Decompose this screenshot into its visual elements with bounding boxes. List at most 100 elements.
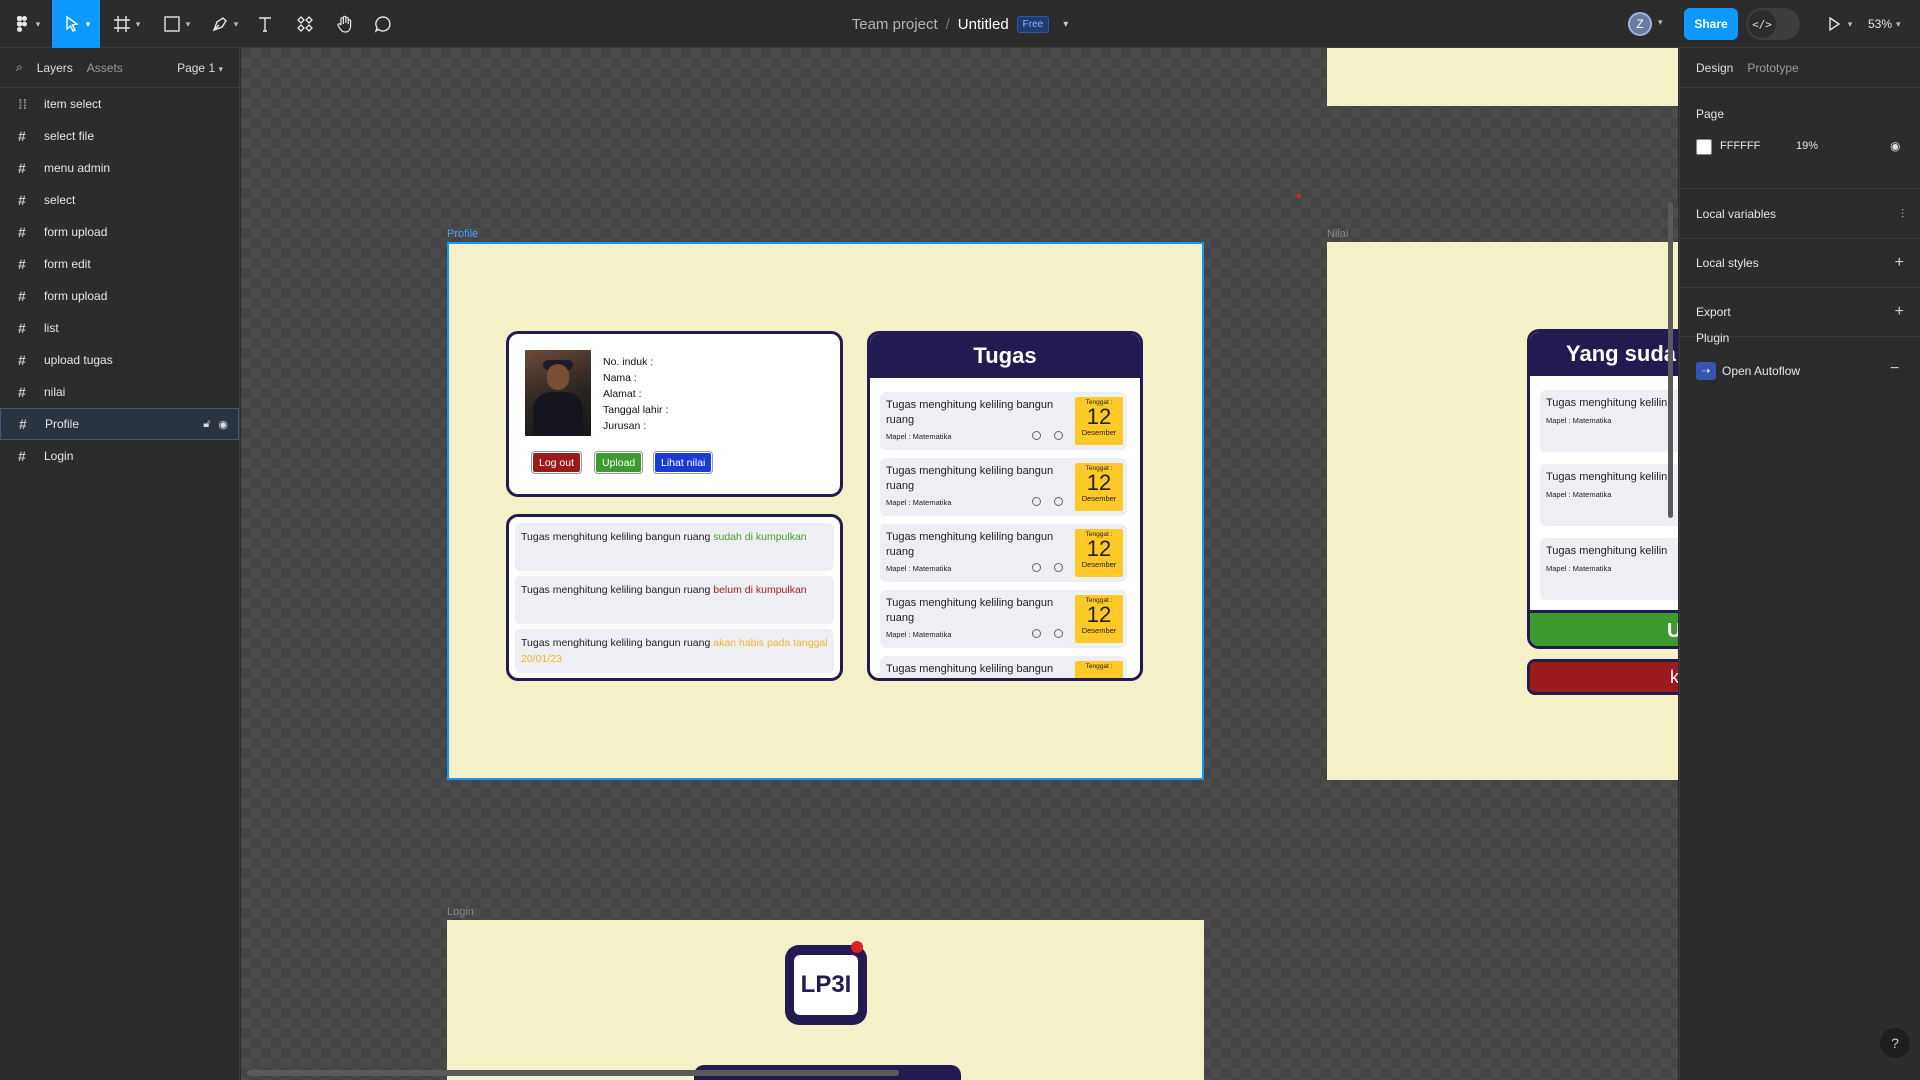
- breadcrumb-team[interactable]: Team project: [852, 16, 938, 33]
- download-icon[interactable]: [1054, 629, 1063, 638]
- nilai-item[interactable]: Tugas menghitung kelilin Mapel : Matemati…: [1540, 390, 1678, 452]
- layer-item[interactable]: # Login: [0, 440, 239, 472]
- horizontal-scrollbar[interactable]: [247, 1070, 899, 1076]
- frame-login[interactable]: LP3I: [447, 920, 1204, 1080]
- tugas-item[interactable]: Tugas menghitung keliling bangun ruang Ma…: [880, 458, 1127, 516]
- frame-label-profile[interactable]: Profile: [447, 228, 478, 240]
- text-icon[interactable]: [250, 0, 280, 48]
- components-icon[interactable]: [290, 0, 320, 48]
- layer-item[interactable]: # form edit: [0, 248, 239, 280]
- upload-icon[interactable]: [1032, 497, 1041, 506]
- export-section[interactable]: Export +: [1680, 288, 1920, 337]
- status-item[interactable]: Tugas menghitung keliling bangun ruang s…: [515, 523, 834, 571]
- tugas-item-title: Tugas menghitung keliling bangun ruang: [886, 597, 1054, 624]
- status-item[interactable]: Tugas menghitung keliling bangun ruang b…: [515, 576, 834, 624]
- download-icon[interactable]: [1054, 497, 1063, 506]
- upload-icon[interactable]: [1032, 629, 1041, 638]
- layer-item[interactable]: # select: [0, 184, 239, 216]
- layer-label: select file: [44, 129, 95, 143]
- comment-icon[interactable]: [368, 0, 398, 48]
- frame-profile[interactable]: No. induk : Nama : Alamat : Tanggal lahi…: [447, 242, 1204, 780]
- sliders-icon[interactable]: ⫶: [1901, 207, 1904, 222]
- tab-assets[interactable]: Assets: [87, 61, 123, 75]
- layer-item[interactable]: # form upload: [0, 280, 239, 312]
- layer-item[interactable]: # list: [0, 312, 239, 344]
- tab-layers[interactable]: Layers: [37, 61, 73, 75]
- frame-nilai[interactable]: Yang suda Tugas menghitung kelilin Mapel …: [1327, 242, 1678, 780]
- deadline-month: Desember: [1081, 494, 1117, 503]
- present-icon[interactable]: ▾: [1818, 0, 1858, 48]
- dev-mode-toggle[interactable]: </>: [1746, 8, 1800, 40]
- eye-icon[interactable]: ◉: [218, 418, 228, 431]
- tugas-item[interactable]: Tugas menghitung keliling bangun ruang Ma…: [880, 392, 1127, 450]
- unlock-icon[interactable]: 🔓︎: [203, 418, 210, 431]
- local-variables-label: Local variables: [1696, 207, 1777, 221]
- nilai-item[interactable]: Tugas menghitung kelilin Mapel : Matemati…: [1540, 538, 1678, 600]
- chevron-down-icon[interactable]: ▾: [1063, 19, 1068, 30]
- section-icon: ⁞⁞: [18, 96, 28, 112]
- avatar[interactable]: Z: [1628, 12, 1652, 36]
- download-icon[interactable]: [1054, 563, 1063, 572]
- chevron-down-icon[interactable]: ▾: [1658, 17, 1663, 28]
- minus-icon[interactable]: −: [1890, 360, 1899, 378]
- zoom-level[interactable]: 53% ▾: [1868, 0, 1901, 48]
- frame-icon: #: [18, 352, 26, 368]
- layer-item[interactable]: # upload tugas: [0, 344, 239, 376]
- page-opacity-value[interactable]: 19%: [1796, 140, 1818, 152]
- frame-label-login[interactable]: Login: [447, 906, 474, 918]
- nilai-item[interactable]: Tugas menghitung kelilin Mapel : Matemati…: [1540, 464, 1678, 526]
- frame-label-nilai[interactable]: Nilai: [1327, 228, 1348, 240]
- local-variables-section[interactable]: Local variables ⫶: [1680, 190, 1920, 239]
- plan-badge[interactable]: Free: [1016, 15, 1050, 33]
- help-button[interactable]: ?: [1880, 1028, 1910, 1058]
- status-card: Tugas menghitung keliling bangun ruang s…: [506, 514, 843, 681]
- plus-icon[interactable]: +: [1895, 303, 1904, 321]
- cursor-dot: [1297, 194, 1301, 198]
- status-done: sudah di kumpulkan: [713, 531, 807, 543]
- layer-item[interactable]: # select file: [0, 120, 239, 152]
- upload-icon[interactable]: [1032, 563, 1041, 572]
- pen-icon[interactable]: ▾: [206, 0, 242, 48]
- nilai-green-button[interactable]: U: [1530, 610, 1678, 646]
- figma-app: ▾ ▾ ▾ ▾ ▾ Team project / Untitled Free ▾…: [0, 0, 1920, 1080]
- layer-label: form upload: [44, 289, 108, 303]
- page-selector[interactable]: Page 1 ▾: [177, 61, 223, 75]
- move-icon[interactable]: ▾: [52, 0, 100, 48]
- figma-menu-icon[interactable]: ▾: [8, 0, 44, 48]
- page-color-swatch[interactable]: [1696, 139, 1712, 155]
- lihat-nilai-button[interactable]: Lihat nilai: [654, 452, 713, 473]
- layer-item[interactable]: # menu admin: [0, 152, 239, 184]
- vertical-scrollbar[interactable]: [1668, 202, 1673, 518]
- local-styles-section[interactable]: Local styles +: [1680, 239, 1920, 288]
- upload-icon[interactable]: [1032, 431, 1041, 440]
- tugas-item[interactable]: Tugas menghitung keliling bangun Tenggat …: [880, 656, 1127, 678]
- layer-item[interactable]: # form upload: [0, 216, 239, 248]
- page-color-value[interactable]: FFFFFF: [1720, 140, 1760, 152]
- status-item[interactable]: Tugas menghitung keliling bangun ruang a…: [515, 629, 834, 673]
- left-tabs: ⌕ Layers Assets Page 1 ▾: [0, 48, 239, 88]
- file-name[interactable]: Untitled: [958, 16, 1009, 33]
- plugin-open-autoflow[interactable]: Open Autoflow: [1722, 364, 1800, 378]
- layer-item[interactable]: # nilai: [0, 376, 239, 408]
- nilai-red-button[interactable]: k: [1527, 659, 1678, 695]
- share-button[interactable]: Share: [1684, 8, 1738, 40]
- hand-icon[interactable]: [330, 0, 360, 48]
- tugas-item[interactable]: Tugas menghitung keliling bangun ruang Ma…: [880, 590, 1127, 648]
- canvas[interactable]: Profile No. induk : Nama : Alamat : Tang…: [241, 48, 1678, 1080]
- frame-top-partial[interactable]: [1327, 48, 1678, 106]
- upload-button[interactable]: Upload: [595, 452, 643, 473]
- tugas-item[interactable]: Tugas menghitung keliling bangun ruang Ma…: [880, 524, 1127, 582]
- layer-item[interactable]: ⁞⁞ item select: [0, 88, 239, 120]
- logout-button[interactable]: Log out: [532, 452, 582, 473]
- tab-design[interactable]: Design: [1696, 61, 1733, 75]
- nilai-title: Yang suda: [1530, 332, 1678, 376]
- tab-prototype[interactable]: Prototype: [1747, 61, 1798, 75]
- frame-icon: #: [18, 448, 26, 464]
- frame-icon[interactable]: ▾: [108, 0, 144, 48]
- rectangle-icon[interactable]: ▾: [158, 0, 194, 48]
- search-icon[interactable]: ⌕: [16, 60, 23, 75]
- download-icon[interactable]: [1054, 431, 1063, 440]
- plus-icon[interactable]: +: [1895, 254, 1904, 272]
- layer-item[interactable]: # Profile 🔓︎ ◉: [0, 408, 239, 440]
- eye-icon[interactable]: ◉: [1890, 139, 1900, 153]
